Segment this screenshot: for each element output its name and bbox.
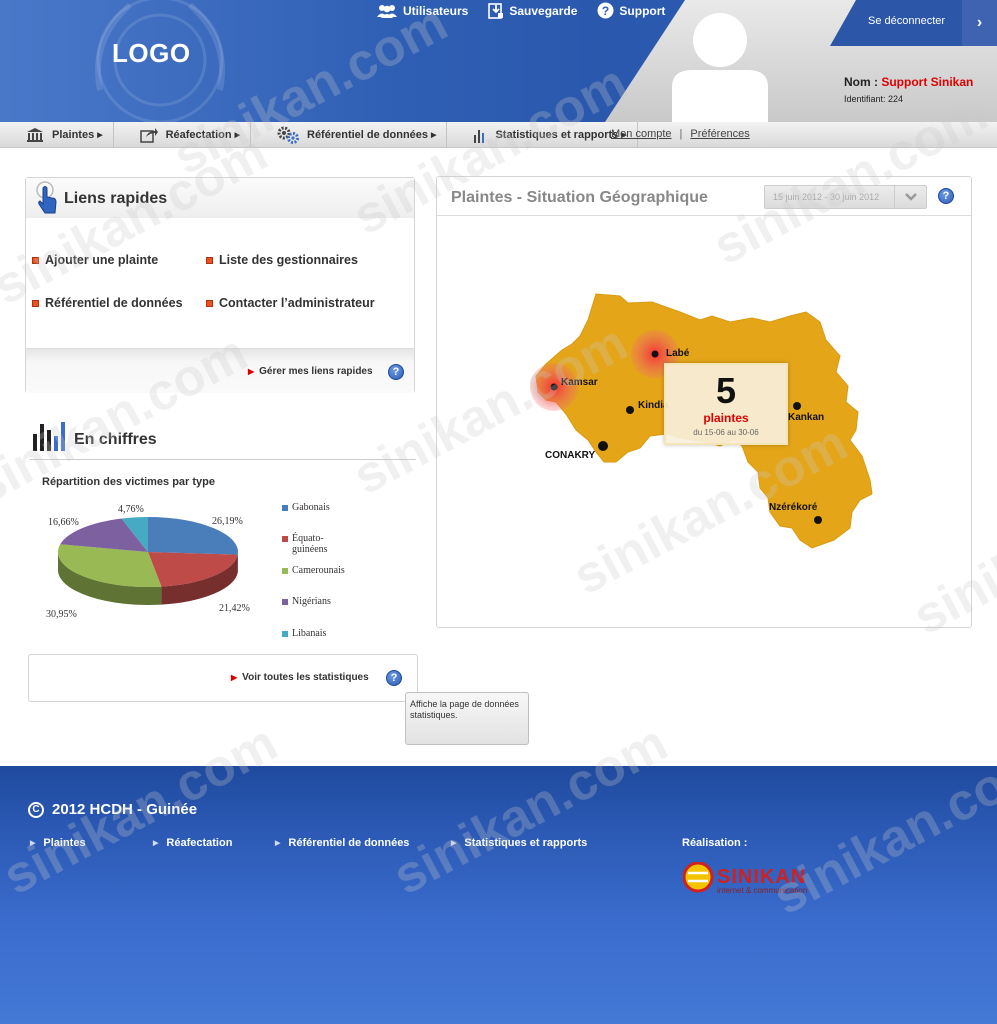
popup-count: 5 — [715, 370, 737, 411]
popup-dates: du 15-06 au 30-06 — [693, 428, 759, 437]
popup-label: plaintes — [703, 411, 749, 425]
city-label-labe: Labé — [666, 348, 690, 359]
arrow-right-icon: ▶ — [275, 840, 281, 847]
marker-kindia[interactable] — [626, 406, 634, 414]
arrow-right-icon: ▶ — [30, 840, 36, 847]
footer-link-plaintes[interactable]: ▶ Plaintes — [30, 837, 86, 849]
footer-link-referentiel[interactable]: ▶ Référentiel de données — [275, 837, 409, 849]
footer-link-label: Référentiel de données — [288, 837, 410, 849]
brand-tagline: internet & communication — [717, 886, 807, 895]
city-label-kankan: Kankan — [788, 412, 825, 423]
map-popup: 5 plaintes du 15-06 au 30-06 — [664, 363, 788, 445]
marker-conakry[interactable] — [598, 441, 608, 451]
copyright-text: 2012 HCDH - Guinée — [52, 801, 198, 818]
footer-link-label: Plaintes — [43, 837, 86, 849]
marker-nzerekore[interactable] — [814, 516, 822, 524]
city-label-nzerekore: Nzérékoré — [769, 502, 818, 513]
copyright: C 2012 HCDH - Guinée — [28, 801, 197, 818]
marker-kankan[interactable] — [793, 402, 801, 410]
footer-link-label: Réafectation — [166, 837, 233, 849]
footer-link-reafectation[interactable]: ▶ Réafectation — [153, 837, 232, 849]
brand-name: SINIKAN — [717, 866, 806, 888]
copyright-icon: C — [28, 801, 44, 818]
city-label-conakry: CONAKRY — [545, 450, 596, 461]
arrow-right-icon: ▶ — [153, 840, 159, 847]
guinea-map — [530, 293, 873, 549]
footer-link-label: Statistiques et rapports — [464, 837, 588, 849]
sinikan-logo[interactable]: SINIKAN internet & communication — [683, 862, 853, 896]
marker-kamsar[interactable] — [550, 383, 558, 391]
arrow-right-icon: ▶ — [451, 840, 457, 847]
footer: C 2012 HCDH - Guinée ▶ Plaintes ▶ Réafectat… — [0, 766, 997, 1024]
realisation-label: Réalisation : — [682, 837, 748, 849]
city-label-kamsar: Kamsar — [561, 377, 598, 388]
footer-link-statistiques[interactable]: ▶ Statistiques et rapports — [451, 837, 587, 849]
marker-labe[interactable] — [651, 350, 659, 358]
